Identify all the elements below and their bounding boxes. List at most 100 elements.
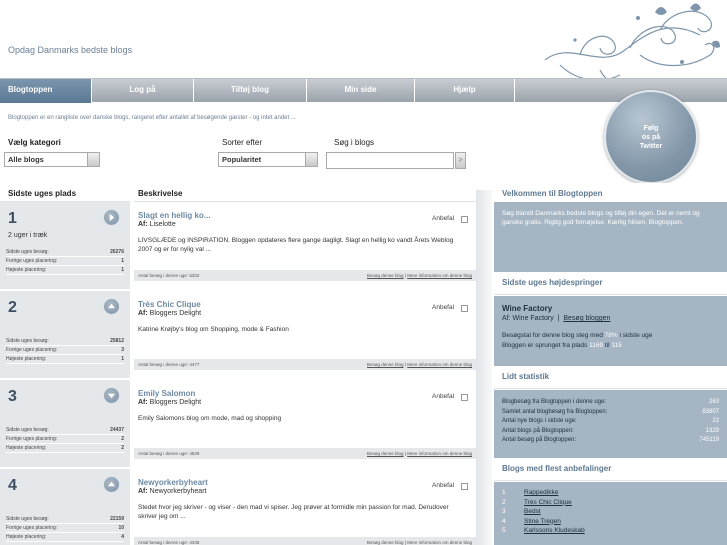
rec-number: 1 xyxy=(502,489,506,496)
visits-count: 5202 xyxy=(189,273,200,278)
recommend-label: Anbefal xyxy=(432,215,455,222)
stats-row: Antal besøg på Blogtoppen: 745119 xyxy=(502,436,719,446)
recommend-checkbox[interactable] xyxy=(461,483,468,490)
chevron-down-icon xyxy=(87,153,99,166)
blog-footer: Antal besøg i denne uge: 4477 Besøg denn… xyxy=(134,359,476,370)
stats-label: Samlet antal blogbesøg fra Blogtoppen: xyxy=(502,408,608,415)
blog-footer: Antal besøg i denne uge: 5202 Besøg denn… xyxy=(134,270,476,281)
rank-number: 3 xyxy=(8,388,17,405)
column-shadow xyxy=(476,190,492,545)
search-label: Søg i blogs xyxy=(334,138,375,147)
rec-link[interactable]: Karlssons Kludeskab xyxy=(524,527,585,534)
blog-title-link[interactable]: Très Chic Clique xyxy=(138,300,201,309)
arrow-right-icon xyxy=(103,209,120,226)
visits-count: 4529 xyxy=(189,451,200,456)
more-info-link[interactable]: Mere information om denne blog xyxy=(407,451,472,456)
blog-description: Stedet hvor jeg skriver - og viser - den… xyxy=(138,504,449,520)
arrow-up-icon xyxy=(103,298,120,315)
blog-title-link[interactable]: Newyorkerbyheart xyxy=(138,478,208,487)
position-to: 115 xyxy=(611,342,622,349)
nav-help[interactable]: Hjælp xyxy=(415,79,515,103)
recommend-checkbox[interactable] xyxy=(461,305,468,312)
recommend-label: Anbefal xyxy=(432,393,455,400)
rank-stats: Sidste uges besøg: 25812 Forrige uges pla… xyxy=(6,337,124,364)
twitter-follow-button[interactable]: Følg os på Twitter xyxy=(604,90,698,184)
description-column-header: Beskrivelse xyxy=(138,189,183,198)
nav-my-page[interactable]: Min side xyxy=(307,79,415,103)
visit-blog-link[interactable]: Besøg denne blog xyxy=(367,362,404,367)
nav-blogtoppen[interactable]: Blogtoppen xyxy=(0,79,92,103)
stat-value: 24437 xyxy=(110,427,124,433)
stats-label: Antal blogs på Blogtoppen: xyxy=(502,427,574,434)
author-prefix: Af: xyxy=(138,488,148,495)
blog-entry: Slagt en hellig ko... Af: Liselotte LIVS… xyxy=(134,202,476,288)
stats-list: Blogbesøg fra Blogtoppen i denne uge: 263… xyxy=(502,390,719,446)
blog-entry: Newyorkerbyheart Af: Newyorkerbyheart St… xyxy=(134,469,476,545)
stats-row: Blogbesøg fra Blogtoppen i denne uge: 263 xyxy=(502,398,719,408)
stat-label: Højeste placering: xyxy=(6,534,47,540)
category-select[interactable]: Alle blogs xyxy=(4,152,100,167)
stat-value: 1 xyxy=(121,267,124,273)
blog-description: LIVSGLÆDE og INSPIRATION. Bloggen opdate… xyxy=(138,237,454,253)
list-item: 3 Bedst xyxy=(502,507,719,517)
blog-title-link[interactable]: Slagt en hellig ko... xyxy=(138,211,210,220)
arrow-up-icon xyxy=(103,476,120,493)
growth-post: i sidste uge xyxy=(619,332,653,339)
more-info-link[interactable]: Mere information om denne blog xyxy=(407,362,472,367)
stat-value: 1 xyxy=(121,356,124,362)
visit-blog-link[interactable]: Besøg denne blog xyxy=(367,540,404,545)
stat-value: 10 xyxy=(118,525,124,531)
more-info-link[interactable]: Mere information om denne blog xyxy=(407,273,472,278)
blog-author: Af: Bloggers Delight xyxy=(138,399,201,406)
main-navigation: Blogtoppen Log på Tilføj blog Min side H… xyxy=(0,78,727,103)
rank-stats: Sidste uges besøg: 26276 Forrige uges pla… xyxy=(6,248,124,275)
visit-blog-link[interactable]: Besøg denne blog xyxy=(367,273,404,278)
rank-card: 4 Sidste uges besøg: 22159 Forrige uges p… xyxy=(0,469,130,545)
welcome-box: Søg blandt Danmarks bedste blogs og tilf… xyxy=(494,202,727,272)
stat-label: Sidste uges besøg: xyxy=(6,516,49,522)
growth-percent: 78% xyxy=(604,332,618,339)
rank-streak: 2 uger i træk xyxy=(8,232,48,239)
twitter-line-3: Twitter xyxy=(639,142,663,150)
nav-add-blog[interactable]: Tilføj blog xyxy=(194,79,307,103)
blog-title-link[interactable]: Emily Salomon xyxy=(138,389,195,398)
rec-link[interactable]: Rappedikke xyxy=(524,489,558,496)
search-button[interactable]: > xyxy=(455,152,466,169)
jumper-author: Af: Wine Factory | Besøg bloggen xyxy=(502,313,719,322)
jumper-box: Wine Factory Af: Wine Factory | Besøg bl… xyxy=(494,296,727,366)
jumper-visit-link[interactable]: Besøg bloggen xyxy=(563,315,610,322)
recommendations-list: 1 Rappedikke 2 Très Chic Clique 3 Bedst 4 St… xyxy=(502,482,719,536)
stats-row: Samlet antal blogbesøg fra Blogtoppen: 83… xyxy=(502,408,719,418)
jumper-growth-line: Besøgstal for denne blog steg med 78% i … xyxy=(502,322,719,341)
list-item: 4 Stine Tregen xyxy=(502,517,719,527)
stat-value: 2 xyxy=(121,436,124,442)
visits-prefix: Antal besøg i denne uge: xyxy=(138,362,189,367)
stat-label: Højeste placering: xyxy=(6,356,47,362)
rec-link[interactable]: Stine Tregen xyxy=(524,518,561,525)
twitter-line-2: os på xyxy=(641,133,661,141)
visit-blog-link[interactable]: Besøg denne blog xyxy=(367,451,404,456)
stat-label: Sidste uges besøg: xyxy=(6,427,49,433)
rec-link[interactable]: Très Chic Clique xyxy=(524,499,572,506)
stat-label: Forrige uges placering: xyxy=(6,525,58,531)
twitter-line-1: Følg xyxy=(643,124,659,132)
stat-label: Forrige uges placering: xyxy=(6,258,58,264)
nav-log-in[interactable]: Log på xyxy=(92,79,194,103)
recommend-label: Anbefal xyxy=(432,482,455,489)
blog-author: Af: Newyorkerbyheart xyxy=(138,488,206,495)
blog-author: Af: Bloggers Delight xyxy=(138,310,201,317)
visits-prefix: Antal besøg i denne uge: xyxy=(138,540,189,545)
sort-value: Popularitet xyxy=(222,155,262,164)
visits-prefix: Antal besøg i denne uge: xyxy=(138,451,189,456)
search-input[interactable] xyxy=(326,152,454,169)
stats-box: Blogbesøg fra Blogtoppen i denne uge: 263… xyxy=(494,390,727,458)
welcome-text: Søg blandt Danmarks bedste blogs og tilf… xyxy=(502,210,700,226)
blog-entry: Très Chic Clique Af: Bloggers Delight Ka… xyxy=(134,291,476,377)
recommend-checkbox[interactable] xyxy=(461,394,468,401)
sort-select[interactable]: Popularitet xyxy=(218,152,318,167)
recommend-checkbox[interactable] xyxy=(461,216,468,223)
blog-author: Af: Liselotte xyxy=(138,221,176,228)
rank-card: 1 2 uger i træk Sidste uges besøg: 26276 … xyxy=(0,202,130,289)
more-info-link[interactable]: Mere information om denne blog xyxy=(407,540,472,545)
rec-link[interactable]: Bedst xyxy=(524,508,541,515)
